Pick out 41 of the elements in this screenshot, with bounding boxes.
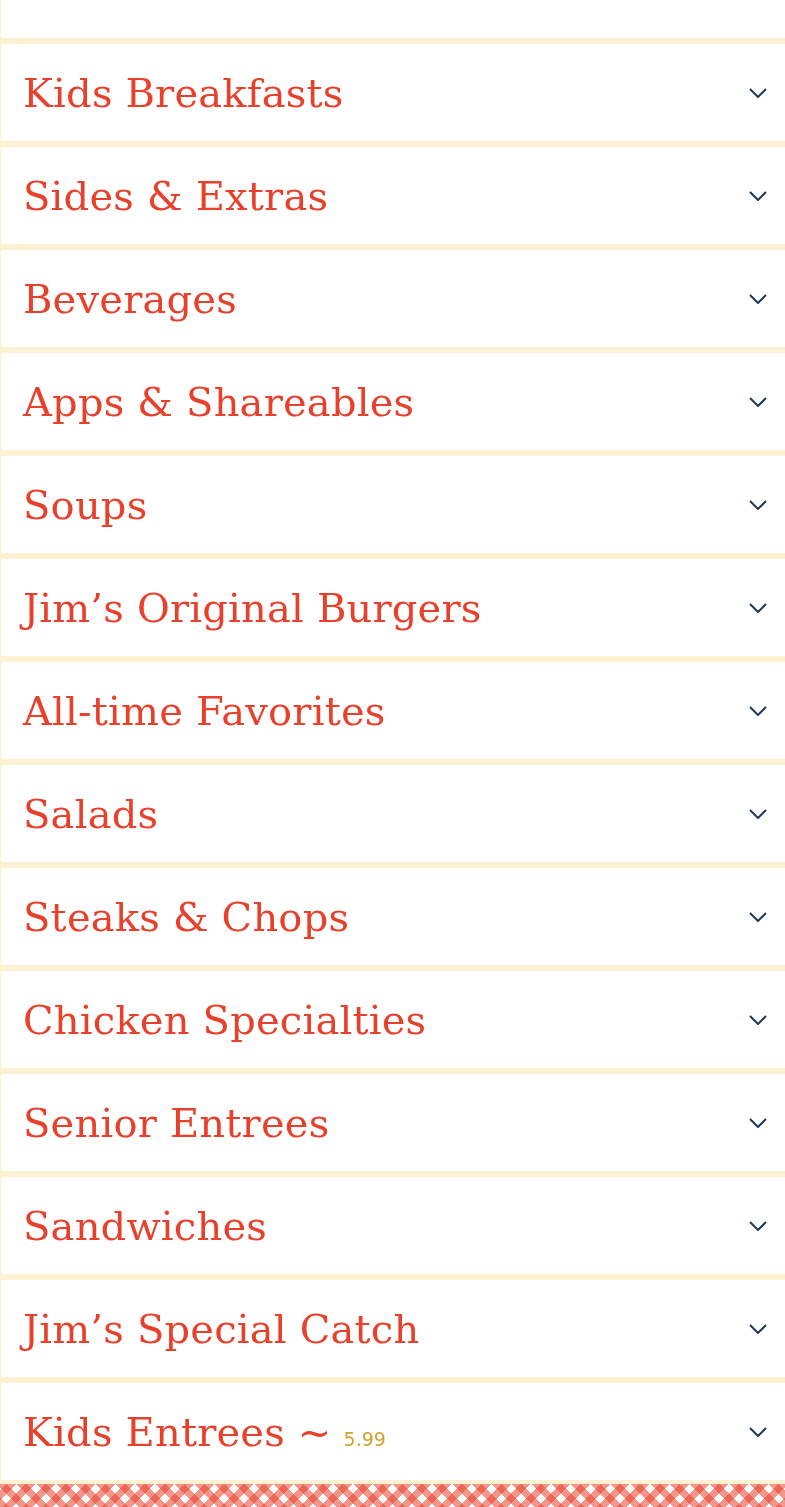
chevron-icon: [749, 1117, 767, 1128]
category-header[interactable]: Apps & Shareables: [1, 353, 785, 450]
category-header[interactable]: Sides & Extras: [1, 147, 785, 244]
category-title: Senior Entrees: [23, 1099, 330, 1146]
category-header[interactable]: Sandwiches: [1, 1177, 785, 1274]
category-header[interactable]: Soups: [1, 456, 785, 553]
category-header[interactable]: Beverages: [1, 250, 785, 347]
category-title: Soups: [23, 481, 148, 528]
category-title: Chicken Specialties: [23, 996, 427, 1043]
category-title: Steaks & Chops: [23, 893, 350, 940]
category-price: 5.99: [343, 1427, 386, 1450]
category-title: Salads: [23, 790, 159, 837]
chevron-icon: [749, 1220, 767, 1231]
category-title: Beverages: [23, 275, 237, 322]
category-header[interactable]: Jim’s Original Burgers: [1, 559, 785, 656]
category-header[interactable]: All-time Favorites: [1, 662, 785, 759]
category-header[interactable]: Salads: [1, 765, 785, 862]
chevron-icon: [749, 1323, 767, 1334]
category-title: Kids Breakfasts: [23, 69, 344, 116]
category-header[interactable]: Kids Breakfasts: [1, 44, 785, 141]
category-header[interactable]: Senior Entrees: [1, 1074, 785, 1171]
chevron-icon: [749, 911, 767, 922]
chevron-icon: [749, 705, 767, 716]
chevron-icon: [749, 1014, 767, 1025]
category-header[interactable]: Jim’s Special Catch: [1, 1280, 785, 1377]
category-title: Apps & Shareables: [23, 378, 415, 425]
category-title: Kids Entrees ~: [23, 1408, 332, 1455]
category-title: Sides & Extras: [23, 172, 329, 219]
chevron-icon: [749, 499, 767, 510]
category-header[interactable]: Steaks & Chops: [1, 868, 785, 965]
category-header[interactable]: Kids Entrees ~ 5.99: [1, 1383, 785, 1480]
chevron-icon: [749, 87, 767, 98]
category-title: Sandwiches: [23, 1202, 267, 1249]
chevron-icon: [749, 602, 767, 613]
chevron-icon: [749, 293, 767, 304]
chevron-icon: [749, 396, 767, 407]
category-title: All-time Favorites: [23, 687, 386, 734]
category-header[interactable]: Chicken Specialties: [1, 971, 785, 1068]
chevron-icon: [749, 1426, 767, 1437]
chevron-icon: [749, 190, 767, 201]
chevron-icon: [749, 808, 767, 819]
